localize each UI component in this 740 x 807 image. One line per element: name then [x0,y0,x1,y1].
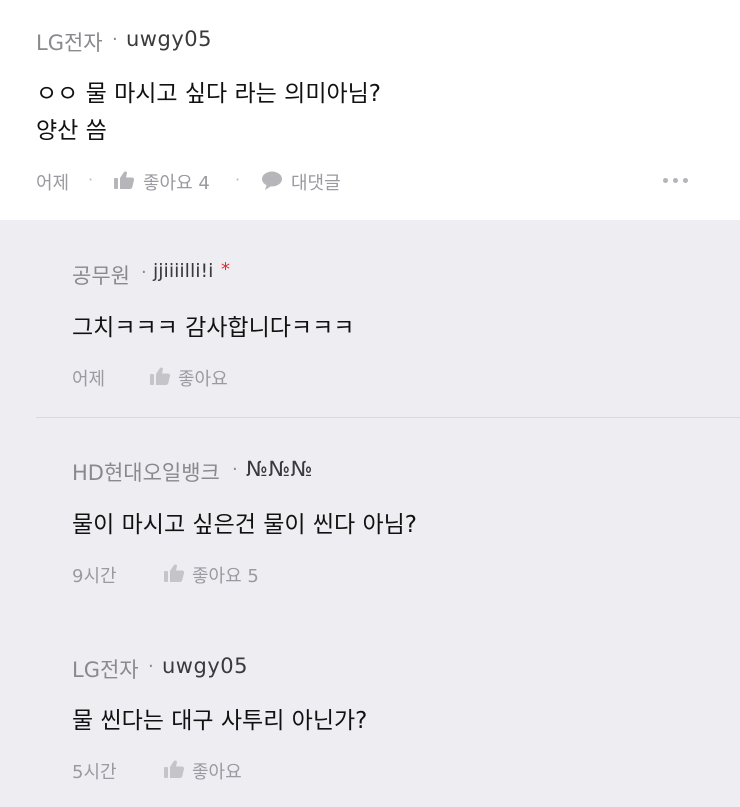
comment-text-line-1: ㅇㅇ 물 마시고 싶다 라는 의미아님? [36,81,382,107]
reply-divider [36,417,740,418]
separator-dot: · [88,170,94,189]
separator-dot: · [232,459,238,480]
reply-like-button[interactable]: 좋아요 [192,758,242,784]
reply-author-username[interactable]: №№№ [246,457,313,481]
more-options-icon[interactable] [663,178,688,183]
separator-dot: · [112,29,118,50]
reply-text: 그치ㅋㅋㅋ 감사합니다ㅋㅋㅋ [72,315,355,341]
comment-text-line-2: 양산 씀 [36,118,107,144]
reply-text: 물 씬다는 대구 사투리 아닌가? [72,708,368,734]
reply-like-button[interactable]: 좋아요 5 [192,562,259,588]
thumbs-up-icon[interactable] [163,563,185,583]
author-company: LG전자 [36,31,103,55]
separator-dot: · [235,170,241,189]
reply-author-company: LG전자 [72,658,139,682]
author-username[interactable]: uwgy05 [126,27,212,51]
reply-author-company: 공무원 [72,264,130,288]
reply-button[interactable]: 대댓글 [291,169,341,195]
speech-bubble-icon[interactable] [261,171,283,191]
reply-author-username[interactable]: uwgy05 [162,654,248,678]
thumbs-up-icon[interactable] [149,366,171,386]
thumbs-up-icon[interactable] [163,759,185,779]
separator-dot: · [141,262,147,283]
thumbs-up-icon[interactable] [113,170,135,190]
like-button[interactable]: 좋아요 4 [143,169,210,195]
reply-list: 공무원 · jjiiiilli!i * 그치ㅋㅋㅋ 감사합니다ㅋㅋㅋ 어제 좋아… [0,220,740,807]
reply-author-company: HD현대오일뱅크 [72,461,220,485]
main-comment: LG전자 · uwgy05 ㅇㅇ 물 마시고 싶다 라는 의미아님? 양산 씀 … [0,0,740,220]
reply-author-username[interactable]: jjiiiilli!i [153,260,213,282]
comment-time: 어제 [36,173,70,194]
reply-text: 물이 마시고 싶은건 물이 씬다 아님? [72,512,418,538]
reply-like-button[interactable]: 좋아요 [178,365,228,391]
separator-dot: · [148,656,154,677]
reply-time: 어제 [72,369,106,390]
reply-time: 5시간 [72,762,117,783]
badge-star: * [221,259,230,280]
reply-time: 9시간 [72,566,117,587]
